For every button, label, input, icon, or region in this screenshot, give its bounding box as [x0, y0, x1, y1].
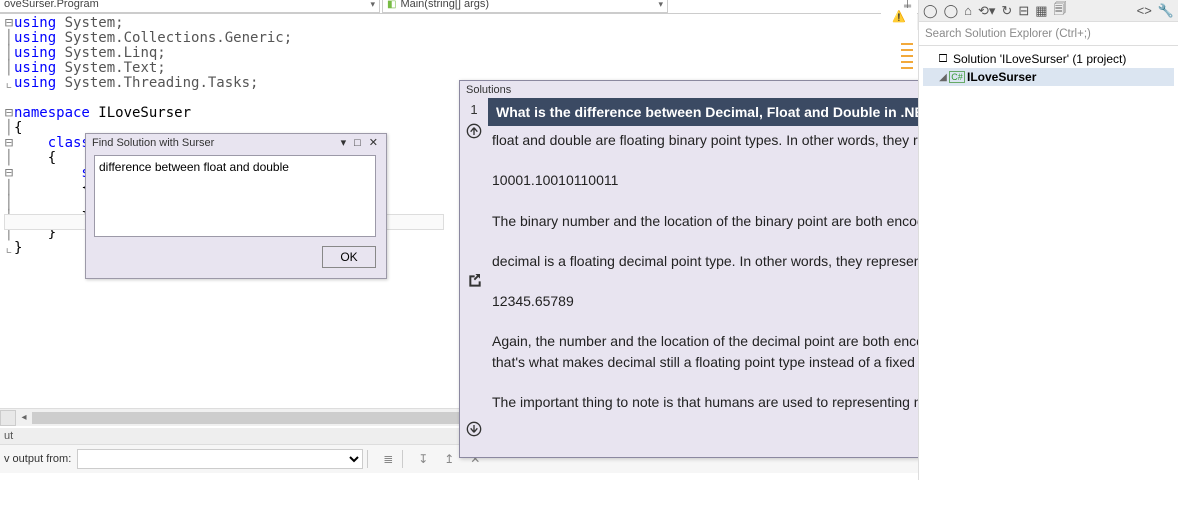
- nav-back-icon[interactable]: ◯: [923, 3, 938, 19]
- marker[interactable]: [901, 55, 913, 57]
- member-combo-text: Main(string[] args): [400, 0, 489, 10]
- show-all-icon[interactable]: ▦: [1035, 3, 1047, 19]
- downvote-icon[interactable]: [466, 421, 482, 442]
- solution-explorer-region: ◯ ◯ ⌂ ⟲▾ ↻ ⊟ ▦ 🗐 <> 🔧 Search Solution Ex…: [918, 0, 1178, 480]
- dialog-titlebar[interactable]: Find Solution with Surser ▾ □ ✕: [86, 134, 386, 151]
- expand-icon[interactable]: ◢: [937, 72, 949, 83]
- tree-solution-node[interactable]: 🞏 Solution 'ILoveSurser' (1 project): [923, 50, 1174, 68]
- tree-project-node[interactable]: ◢ C# ILoveSurser: [923, 68, 1174, 86]
- output-tool-icon[interactable]: ≣: [378, 449, 398, 469]
- csharp-project-icon: C#: [949, 71, 965, 83]
- scroll-left-icon[interactable]: ◂: [16, 410, 32, 426]
- explorer-search[interactable]: Search Solution Explorer (Ctrl+;): [919, 22, 1178, 46]
- maximize-icon[interactable]: □: [352, 137, 363, 149]
- refresh-icon[interactable]: ↻: [1001, 3, 1012, 19]
- solution-icon: 🞏: [935, 53, 951, 66]
- nav-forward-icon[interactable]: ◯: [944, 3, 959, 19]
- member-combo[interactable]: ◧ Main(string[] args) ▾: [382, 0, 668, 13]
- output-tool-icon[interactable]: ↥: [439, 449, 459, 469]
- upvote-icon[interactable]: [466, 123, 482, 144]
- editor-navigation-bar: oveSurser.Program ▾ ◧ Main(string[] args…: [0, 0, 918, 14]
- method-icon: ◧: [387, 0, 396, 10]
- dialog-title: Find Solution with Surser: [92, 137, 214, 149]
- window-menu-icon[interactable]: ▾: [339, 136, 349, 149]
- collapse-icon[interactable]: ⊟: [1018, 3, 1029, 19]
- marker[interactable]: [901, 43, 913, 45]
- output-from-label: v output from:: [4, 453, 71, 465]
- ok-button[interactable]: OK: [322, 246, 376, 268]
- code-icon[interactable]: <>: [1137, 3, 1152, 18]
- home-icon[interactable]: ⌂: [964, 3, 972, 18]
- chevron-down-icon: ▾: [658, 0, 663, 10]
- sync-icon[interactable]: ⟲▾: [978, 3, 995, 19]
- wrench-icon[interactable]: 🔧: [1158, 3, 1174, 19]
- project-label: ILoveSurser: [967, 70, 1036, 84]
- type-combo[interactable]: oveSurser.Program ▾: [0, 0, 380, 13]
- marker[interactable]: [901, 61, 913, 63]
- marker[interactable]: [901, 67, 913, 69]
- query-input[interactable]: [94, 155, 376, 237]
- find-solution-dialog: Find Solution with Surser ▾ □ ✕ OK: [85, 133, 387, 279]
- warning-icon[interactable]: ⚠️: [892, 10, 906, 23]
- solutions-title: Solutions: [466, 84, 511, 96]
- chevron-down-icon: ▾: [370, 0, 375, 10]
- output-source-select[interactable]: [77, 449, 363, 469]
- properties-icon[interactable]: 🗐: [1054, 0, 1067, 22]
- solution-label: Solution 'ILoveSurser' (1 project): [953, 52, 1126, 66]
- explorer-toolbar: ◯ ◯ ⌂ ⟲▾ ↻ ⊟ ▦ 🗐 <> 🔧: [919, 0, 1178, 22]
- marker[interactable]: [901, 49, 913, 51]
- scroll-thumb[interactable]: [32, 412, 472, 424]
- output-tool-icon[interactable]: ↧: [413, 449, 433, 469]
- external-link-icon[interactable]: [466, 272, 482, 293]
- close-icon[interactable]: ✕: [367, 136, 380, 149]
- solution-tree[interactable]: 🞏 Solution 'ILoveSurser' (1 project) ◢ C…: [919, 46, 1178, 90]
- split-box[interactable]: [0, 410, 16, 426]
- search-placeholder: Search Solution Explorer (Ctrl+;): [925, 28, 1091, 40]
- type-combo-text: oveSurser.Program: [4, 0, 99, 10]
- solutions-left-gutter: 1: [460, 98, 488, 452]
- result-number: 1: [470, 102, 477, 117]
